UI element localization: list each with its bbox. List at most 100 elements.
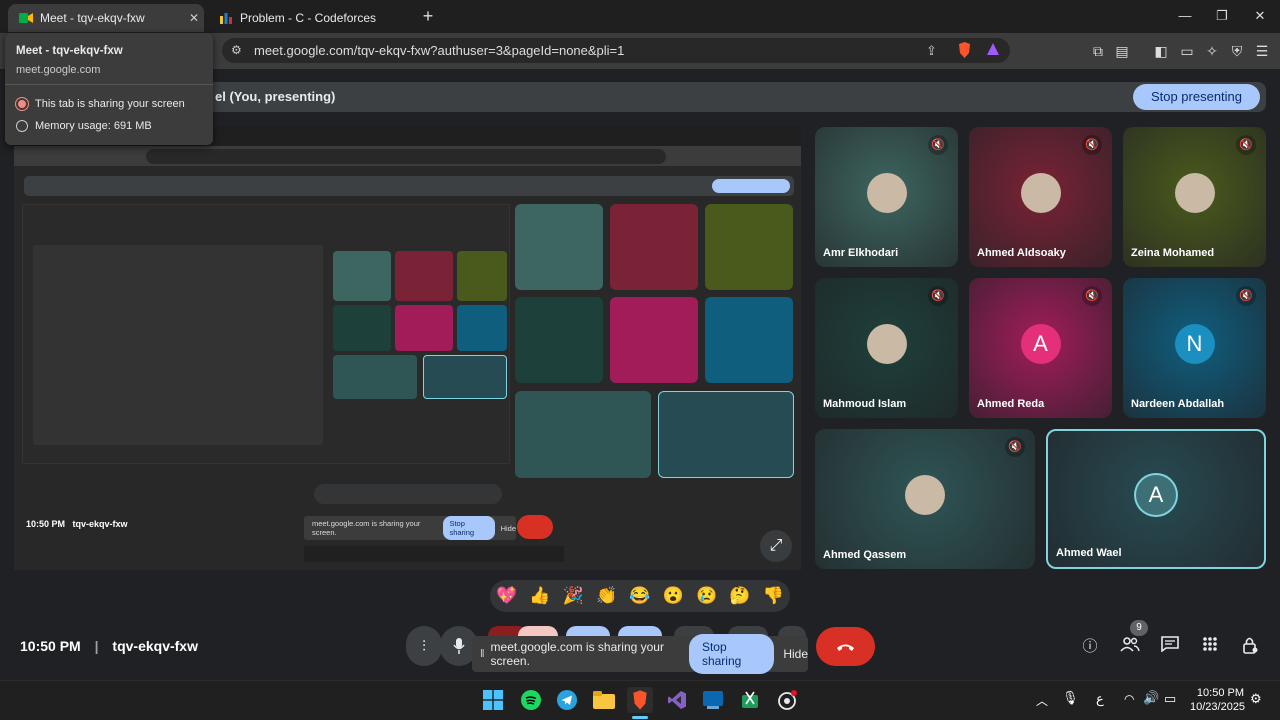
expand-icon[interactable]: ⤢ xyxy=(760,530,792,562)
file-explorer-icon[interactable] xyxy=(591,687,617,713)
microphone-tray-icon[interactable]: 🎙 xyxy=(1062,690,1079,706)
participant-name: Zeina Mohamed xyxy=(1131,247,1215,259)
tab-codeforces[interactable]: Problem - C - Codeforces xyxy=(208,4,408,32)
reaction-button[interactable]: 👎 xyxy=(763,586,784,606)
reaction-button[interactable]: 👍 xyxy=(529,586,550,606)
visual-studio-icon[interactable] xyxy=(664,687,690,713)
memory-row: Memory usage: 691 MB xyxy=(16,120,152,132)
participant-tile[interactable]: 🔇 Ahmed Qassem xyxy=(815,429,1035,569)
share-notification-text: meet.google.com is sharing your screen. xyxy=(490,640,664,668)
brave-rewards-icon[interactable] xyxy=(986,42,1000,59)
chat-icon[interactable] xyxy=(1159,636,1181,658)
memory-gauge-icon xyxy=(16,120,28,132)
reaction-button[interactable]: 😢 xyxy=(696,586,717,606)
new-tab-button[interactable]: + xyxy=(418,6,438,26)
hide-button[interactable]: Hide xyxy=(783,647,808,661)
telegram-icon[interactable] xyxy=(554,687,580,713)
reaction-button[interactable]: 🎉 xyxy=(563,586,584,606)
memory-text: Memory usage: 691 MB xyxy=(35,120,152,132)
divider xyxy=(5,84,213,85)
tab-meet[interactable]: Meet - tqv-ekqv-fxw ✕ xyxy=(8,4,204,32)
menu-icon[interactable]: ☰ xyxy=(1253,42,1271,60)
participant-name: Ahmed Qassem xyxy=(823,549,907,561)
nested-tile xyxy=(333,355,417,399)
address-bar[interactable]: ⚙ meet.google.com/tqv-ekqv-fxw?authuser=… xyxy=(222,38,1010,63)
shared-screen-preview: 10:50 PM tqv-ekqv-fxw meet.google.com is… xyxy=(14,126,801,570)
reaction-button[interactable]: 💖 xyxy=(496,586,517,606)
nested-reactions xyxy=(314,484,502,504)
battery-icon[interactable]: ▭ xyxy=(1164,691,1176,707)
close-window-button[interactable]: ✕ xyxy=(1245,6,1275,26)
avatar xyxy=(905,475,945,515)
stop-sharing-button[interactable]: Stop sharing xyxy=(688,634,775,674)
participant-tile[interactable]: 🔇 Mahmoud Islam xyxy=(815,278,958,418)
muted-mic-icon: 🔇 xyxy=(1236,286,1256,306)
volume-icon[interactable]: 🔊 xyxy=(1143,690,1159,706)
participant-tile[interactable]: 🔇 Ahmed Aldsoaky xyxy=(969,127,1112,267)
meeting-details-icon[interactable]: ⓘ xyxy=(1079,636,1101,658)
close-tab-icon[interactable]: ✕ xyxy=(184,11,204,25)
wifi-icon[interactable]: ◠ xyxy=(1124,692,1134,706)
people-icon[interactable] xyxy=(1119,636,1141,658)
vpn-icon[interactable]: ⛨ xyxy=(1228,42,1246,60)
reaction-button[interactable]: 👏 xyxy=(596,586,617,606)
spotify-icon[interactable] xyxy=(518,687,544,713)
nested-tile xyxy=(333,251,391,301)
vscode-tray-icon[interactable] xyxy=(700,687,726,713)
nested-tile xyxy=(705,204,793,290)
reaction-button[interactable]: 😮 xyxy=(663,586,684,606)
codeforces-favicon-icon xyxy=(218,10,234,26)
mic-icon xyxy=(453,638,465,654)
avatar: A xyxy=(1136,475,1176,515)
avatar: A xyxy=(1020,324,1061,364)
muted-mic-icon: 🔇 xyxy=(1005,437,1025,457)
minimize-button[interactable]: — xyxy=(1170,6,1200,26)
extensions-icon[interactable]: ⧉ xyxy=(1089,42,1107,60)
leo-ai-icon[interactable]: ✧ xyxy=(1203,42,1221,60)
host-controls-icon[interactable] xyxy=(1239,636,1261,658)
reaction-button[interactable]: 🤔 xyxy=(729,586,750,606)
end-call-button[interactable] xyxy=(816,627,875,666)
participant-tile[interactable]: 🔇 Amr Elkhodari xyxy=(815,127,958,267)
brave-browser-icon[interactable] xyxy=(627,687,653,713)
recorder-icon[interactable] xyxy=(774,687,800,713)
taskbar-clock[interactable]: 10:50 PM 10/23/2025 xyxy=(1190,686,1245,714)
nested-tile xyxy=(610,297,698,383)
participant-tile[interactable]: 🔇 Zeina Mohamed xyxy=(1123,127,1266,267)
hang-up-icon xyxy=(837,644,854,651)
brave-shields-icon[interactable] xyxy=(957,42,972,61)
participant-name: Nardeen Abdallah xyxy=(1131,398,1225,410)
language-indicator[interactable]: ع xyxy=(1096,691,1104,707)
stop-presenting-button[interactable]: Stop presenting xyxy=(1133,84,1260,110)
wallet-icon[interactable]: ▭ xyxy=(1178,42,1196,60)
reaction-button[interactable]: 😂 xyxy=(629,586,650,606)
site-settings-icon[interactable]: ⚙ xyxy=(231,43,242,57)
snipping-tool-icon[interactable] xyxy=(737,687,763,713)
nested-tile xyxy=(457,251,507,301)
avatar: N xyxy=(1174,324,1215,364)
nested-tile xyxy=(333,305,391,351)
meeting-code: tqv-ekqv-fxw xyxy=(112,638,198,654)
nested-share-bar: meet.google.com is sharing your screen. … xyxy=(304,516,516,540)
share-icon[interactable]: ⇪ xyxy=(926,43,937,59)
muted-mic-icon: 🔇 xyxy=(928,135,948,155)
nested-tile xyxy=(395,305,453,351)
notification-settings-icon[interactable]: ⚙ xyxy=(1250,691,1262,707)
show-hidden-icons-icon[interactable]: ︿ xyxy=(1036,692,1048,709)
sidebar-icon[interactable]: ◧ xyxy=(1152,42,1170,60)
meeting-time-code: 10:50 PM | tqv-ekqv-fxw xyxy=(20,638,198,654)
start-icon[interactable] xyxy=(480,687,506,713)
participant-tile[interactable]: A 🔇 Ahmed Reda xyxy=(969,278,1112,418)
maximize-button[interactable]: ❐ xyxy=(1207,6,1237,26)
audio-settings-button[interactable]: ⫶ xyxy=(406,626,442,666)
participant-name: Ahmed Reda xyxy=(977,398,1045,410)
participant-tile[interactable]: N 🔇 Nardeen Abdallah xyxy=(1123,278,1266,418)
recording-icon xyxy=(16,98,28,110)
nested-stop-sharing: Stop sharing xyxy=(443,516,495,540)
reader-mode-icon[interactable]: ▤ xyxy=(1113,42,1131,60)
screen-share-notification: ‖ meet.google.com is sharing your screen… xyxy=(472,634,808,674)
participant-tile[interactable]: A Ahmed Wael xyxy=(1046,429,1266,569)
activities-icon[interactable] xyxy=(1199,636,1221,658)
drag-handle-icon[interactable]: ‖ xyxy=(480,648,485,660)
url-text: meet.google.com/tqv-ekqv-fxw?authuser=3&… xyxy=(254,43,625,58)
